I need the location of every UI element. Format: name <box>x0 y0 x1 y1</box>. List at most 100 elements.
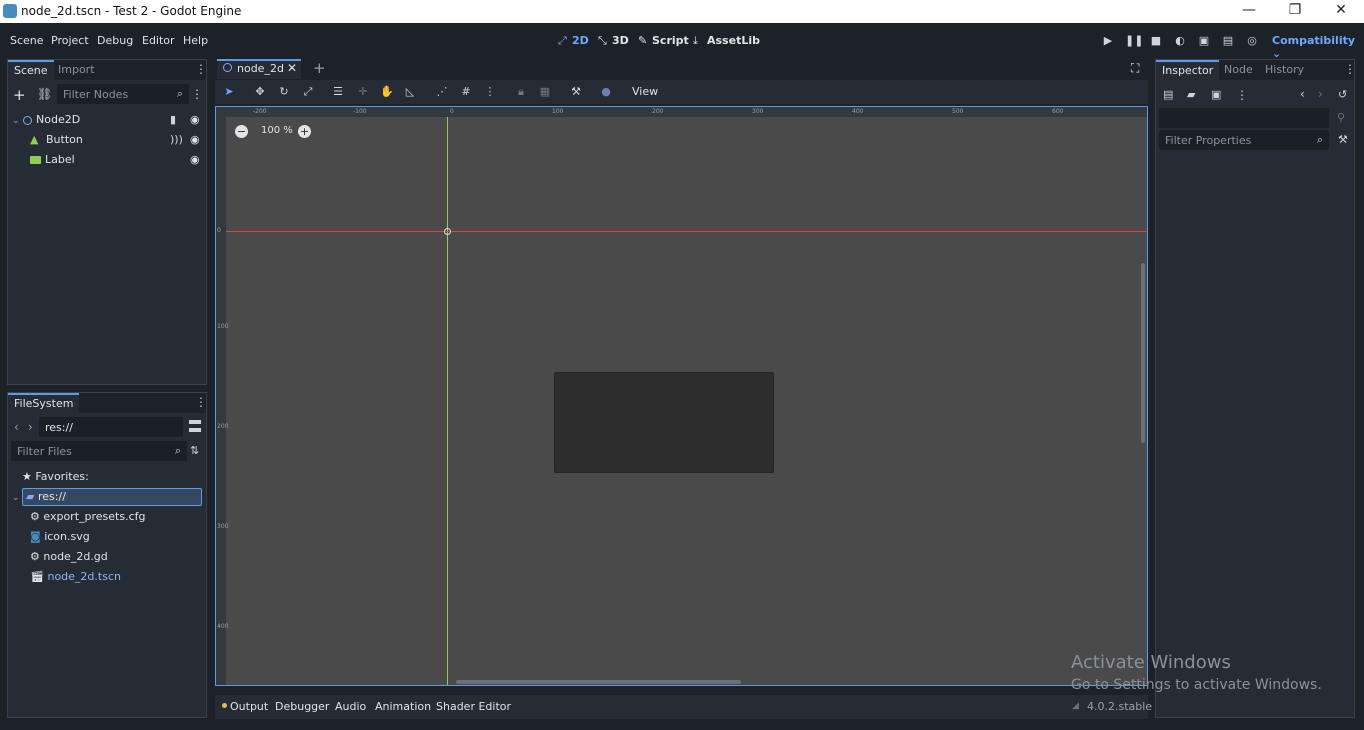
back-icon[interactable]: ‹ <box>14 420 19 434</box>
horizontal-scrollbar[interactable] <box>456 680 741 684</box>
file-row-node-2d-gd[interactable]: ⚙ node_2d.gd <box>30 547 200 567</box>
menu-help[interactable]: Help <box>183 34 208 47</box>
menu-debug[interactable]: Debug <box>97 34 133 47</box>
mode-3d-button[interactable]: ⤡ 3D <box>598 34 629 48</box>
file-row-node-2d-tscn[interactable]: 🎬︎ node_2d.tscn <box>30 567 200 587</box>
move-tool-icon[interactable]: ✥ <box>252 84 268 100</box>
object-menu-icon[interactable]: ⚲ <box>1337 111 1345 124</box>
override-camera-icon[interactable]: ● <box>598 84 614 100</box>
list-select-icon[interactable]: ☰ <box>330 84 346 100</box>
open-folder-icon[interactable]: ▰ <box>1187 88 1195 101</box>
grid-snap-icon[interactable]: # <box>458 84 474 100</box>
tab-output[interactable]: Output <box>230 700 268 713</box>
lock-icon[interactable]: 🔒︎ <box>513 84 529 100</box>
scale-tool-icon[interactable]: ⤢ <box>300 84 316 100</box>
select-tool-icon[interactable]: ➤ <box>221 84 237 100</box>
tab-history[interactable]: History <box>1259 60 1310 80</box>
file-row-icon-svg[interactable]: ◙ icon.svg <box>30 527 200 547</box>
forward-icon[interactable]: › <box>1318 87 1323 101</box>
zoom-level[interactable]: 100 % <box>261 125 293 136</box>
mode-2d-button[interactable]: ⤢ 2D <box>558 34 589 48</box>
tab-filesystem[interactable]: FileSystem <box>8 393 80 413</box>
resource-menu-icon[interactable]: ⋮ <box>1236 88 1248 102</box>
output-status-icon <box>222 703 227 708</box>
menu-editor[interactable]: Editor <box>142 34 175 47</box>
new-resource-icon[interactable]: ▤ <box>1163 88 1173 101</box>
tab-scene[interactable]: Scene <box>8 60 54 80</box>
filesystem-dock-menu-icon[interactable]: ⋮ <box>195 395 207 409</box>
tree-item-button[interactable]: ▲ Button ))) ◉ <box>30 130 202 150</box>
tab-audio[interactable]: Audio <box>335 700 366 713</box>
pivot-tool-icon[interactable]: ✛ <box>355 84 371 100</box>
bone-icon[interactable]: ⚒ <box>568 84 584 100</box>
forward-icon[interactable]: › <box>28 420 33 434</box>
search-icon: ⌕ <box>1316 133 1323 146</box>
tab-import[interactable]: Import <box>52 60 101 80</box>
folder-row-root[interactable]: ⌄ ▰ res:// <box>12 487 202 507</box>
movie-maker-icon[interactable]: ◎ <box>1245 34 1259 48</box>
visibility-eye-icon[interactable]: ◉ <box>190 110 200 130</box>
filter-files-input[interactable]: Filter Files ⌕ <box>11 441 187 461</box>
zoom-in-button[interactable]: + <box>298 125 311 138</box>
smart-snap-icon[interactable]: ⋰ <box>434 84 450 100</box>
renderer-select[interactable]: Compatibility ⌄ <box>1272 34 1364 60</box>
visibility-eye-icon[interactable]: ◉ <box>190 130 200 150</box>
scene-tab-node-2d[interactable]: node_2d ✕ <box>217 59 301 79</box>
tree-item-label[interactable]: Label ◉ <box>30 150 202 170</box>
snap-options-icon[interactable]: ⋮ <box>482 84 498 100</box>
object-path-field[interactable] <box>1159 108 1329 128</box>
stop-icon[interactable]: ■ <box>1149 34 1163 48</box>
mode-script-button[interactable]: ✎ Script <box>638 34 689 47</box>
property-options-icon[interactable]: ⚒ <box>1338 133 1348 146</box>
menu-scene[interactable]: Scene <box>10 34 44 47</box>
close-button[interactable]: ✕ <box>1318 0 1364 23</box>
filter-nodes-input[interactable]: Filter Nodes ⌕ <box>57 84 189 104</box>
back-icon[interactable]: ‹ <box>1300 87 1305 101</box>
file-row-export-presets[interactable]: ⚙ export_presets.cfg <box>30 507 200 527</box>
filter-properties-input[interactable]: Filter Properties ⌕ <box>1159 130 1329 150</box>
minimize-button[interactable]: — <box>1226 0 1272 23</box>
sort-icon[interactable]: ⇅ <box>190 444 199 457</box>
menu-project[interactable]: Project <box>51 34 89 47</box>
history-icon[interactable]: ↺ <box>1338 88 1347 101</box>
add-scene-tab-button[interactable]: + <box>313 59 326 77</box>
split-mode-icon[interactable] <box>189 420 201 432</box>
add-node-icon[interactable]: + <box>13 86 26 104</box>
path-input[interactable]: res:// <box>39 417 183 437</box>
close-icon[interactable]: ✕ <box>287 61 297 75</box>
rotate-tool-icon[interactable]: ↻ <box>276 84 292 100</box>
tree-item-node2d[interactable]: ⌄ Node2D ▮ ◉ <box>12 110 202 130</box>
ruler-tool-icon[interactable]: ◺ <box>402 84 418 100</box>
vertical-scrollbar[interactable] <box>1141 263 1145 443</box>
pan-tool-icon[interactable]: ✋ <box>379 84 395 100</box>
play-custom-scene-icon[interactable]: ▤ <box>1221 34 1235 48</box>
tab-inspector[interactable]: Inspector <box>1156 60 1220 80</box>
group-icon[interactable]: ▦ <box>537 84 553 100</box>
canvas-viewport[interactable]: -200 -100 0 100 200 300 400 500 600 0 10… <box>215 106 1148 686</box>
button-node-preview[interactable] <box>554 372 774 473</box>
remote-debug-icon[interactable]: ◐ <box>1173 34 1187 48</box>
signal-icon[interactable]: ))) <box>170 130 183 150</box>
pause-icon[interactable]: ❚❚ <box>1125 34 1143 48</box>
ruler-label: 100 <box>217 323 229 330</box>
visibility-eye-icon[interactable]: ◉ <box>190 150 200 170</box>
zoom-out-button[interactable]: − <box>235 125 248 138</box>
scene-dock-menu-icon[interactable]: ⋮ <box>195 62 207 76</box>
tab-animation[interactable]: Animation <box>375 700 431 713</box>
ruler-label: 300 <box>752 108 764 115</box>
inspector-dock-menu-icon[interactable]: ⋮ <box>1344 62 1356 76</box>
link-icon[interactable]: ⛓ <box>37 87 52 101</box>
script-attached-icon[interactable]: ▮ <box>170 110 176 130</box>
maximize-button[interactable]: ❐ <box>1272 0 1318 23</box>
save-icon[interactable]: ▣ <box>1211 88 1221 101</box>
distraction-free-icon[interactable]: ⛶ <box>1131 61 1139 76</box>
scene-tree-menu-icon[interactable]: ⋮ <box>191 87 203 101</box>
favorites-row[interactable]: ★ Favorites: <box>22 467 202 487</box>
play-scene-icon[interactable]: ▣ <box>1197 34 1211 48</box>
tab-debugger[interactable]: Debugger <box>275 700 329 713</box>
view-menu[interactable]: View <box>632 85 658 98</box>
mode-assetlib-button[interactable]: ⤓ AssetLib <box>693 34 760 48</box>
tab-node[interactable]: Node <box>1218 60 1259 80</box>
tab-shader-editor[interactable]: Shader Editor <box>436 700 511 713</box>
play-icon[interactable]: ▶ <box>1101 34 1115 48</box>
